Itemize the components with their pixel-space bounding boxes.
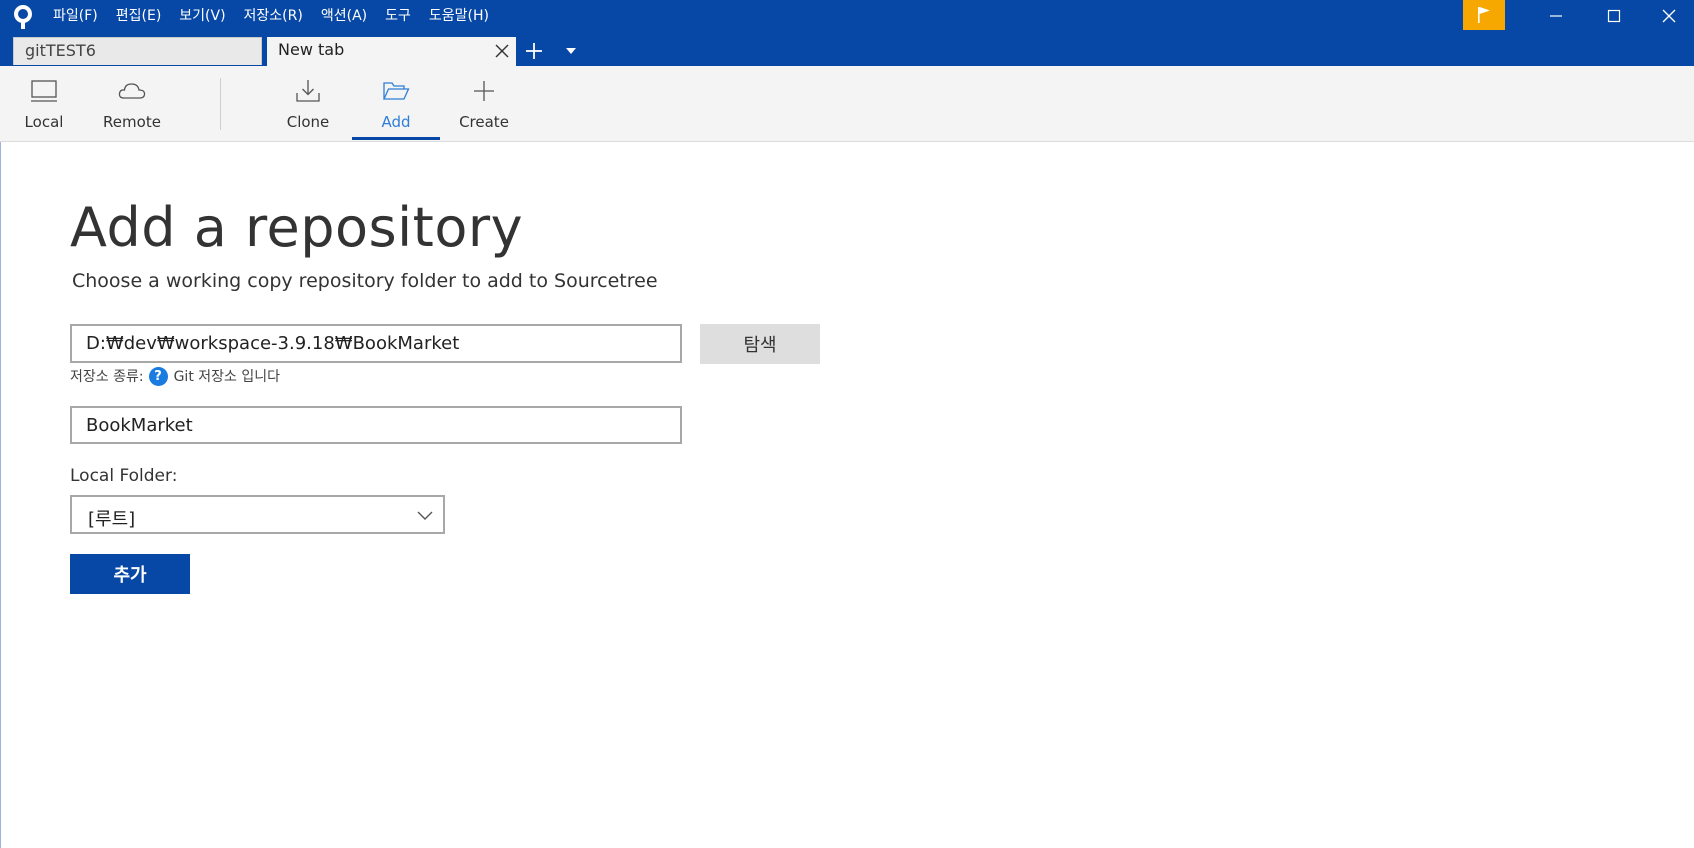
caret-down-icon bbox=[566, 48, 576, 54]
maximize-icon bbox=[1607, 9, 1621, 23]
repository-type: 저장소 종류: ? Git 저장소 입니다 bbox=[70, 366, 280, 386]
clone-label: Clone bbox=[286, 113, 330, 131]
menu-edit[interactable]: 편집(E) bbox=[107, 0, 171, 32]
sourcetree-logo-icon[interactable] bbox=[10, 4, 36, 30]
clone-button[interactable]: Clone bbox=[264, 66, 352, 140]
tab-list-dropdown[interactable] bbox=[560, 41, 582, 61]
local-label: Local bbox=[24, 113, 64, 131]
remote-button[interactable]: Remote bbox=[88, 66, 176, 140]
browse-button[interactable]: 탐색 bbox=[700, 324, 820, 364]
page-title: Add a repository bbox=[70, 196, 524, 259]
local-folder-select[interactable]: [루트] bbox=[70, 495, 445, 534]
download-icon bbox=[296, 80, 320, 102]
menu-actions[interactable]: 액션(A) bbox=[312, 0, 376, 32]
menu-help[interactable]: 도움말(H) bbox=[420, 0, 498, 32]
menu-view[interactable]: 보기(V) bbox=[170, 0, 234, 32]
local-button[interactable]: Local bbox=[0, 66, 88, 140]
remote-label: Remote bbox=[103, 113, 161, 131]
toolbar: Local Remote Clone Add Create bbox=[0, 66, 1694, 142]
plus-icon bbox=[474, 81, 494, 101]
menu-file[interactable]: 파일(F) bbox=[44, 0, 107, 32]
repository-type-value: Git 저장소 입니다 bbox=[173, 369, 280, 385]
repository-path-input[interactable] bbox=[70, 324, 682, 363]
menu-repository[interactable]: 저장소(R) bbox=[235, 0, 312, 32]
bookmark-name-input[interactable] bbox=[70, 406, 682, 444]
minimize-icon bbox=[1550, 15, 1562, 17]
repository-type-label: 저장소 종류: bbox=[70, 369, 144, 385]
add-label: Add bbox=[381, 113, 411, 131]
menu-tools[interactable]: 도구 bbox=[376, 0, 420, 32]
tab-label: gitTEST6 bbox=[25, 41, 96, 60]
create-label: Create bbox=[459, 113, 509, 131]
add-repository-button[interactable]: 추가 bbox=[70, 554, 190, 594]
local-folder-value: [루트] bbox=[88, 509, 136, 530]
page-subtitle: Choose a working copy repository folder … bbox=[72, 270, 658, 292]
local-folder-label: Local Folder: bbox=[70, 466, 178, 486]
help-icon[interactable]: ? bbox=[148, 366, 168, 386]
maximize-button[interactable] bbox=[1585, 0, 1643, 32]
close-icon bbox=[1662, 9, 1675, 23]
title-bar: 파일(F) 편집(E) 보기(V) 저장소(R) 액션(A) 도구 도움말(H)… bbox=[0, 0, 1694, 66]
tab-label: New tab bbox=[278, 40, 345, 59]
close-window-button[interactable] bbox=[1643, 0, 1694, 32]
plus-icon bbox=[526, 43, 542, 59]
window-left-border bbox=[0, 142, 1, 848]
notifications-button[interactable] bbox=[1463, 0, 1505, 30]
flag-icon bbox=[1478, 7, 1490, 23]
tab-new-tab[interactable]: New tab bbox=[267, 37, 516, 66]
menu-bar: 파일(F) 편집(E) 보기(V) 저장소(R) 액션(A) 도구 도움말(H) bbox=[44, 0, 498, 32]
selected-indicator bbox=[352, 137, 440, 140]
close-icon[interactable] bbox=[495, 44, 509, 58]
add-button-tab[interactable]: Add bbox=[352, 66, 440, 140]
chevron-down-icon bbox=[417, 511, 433, 520]
cloud-icon bbox=[118, 83, 146, 99]
folder-open-icon bbox=[382, 82, 410, 100]
toolbar-divider bbox=[220, 78, 221, 130]
tab-gittest6[interactable]: gitTEST6 bbox=[13, 37, 262, 65]
create-button[interactable]: Create bbox=[440, 66, 528, 140]
monitor-icon bbox=[31, 80, 57, 102]
minimize-button[interactable] bbox=[1527, 0, 1585, 32]
new-tab-button[interactable] bbox=[522, 39, 546, 63]
